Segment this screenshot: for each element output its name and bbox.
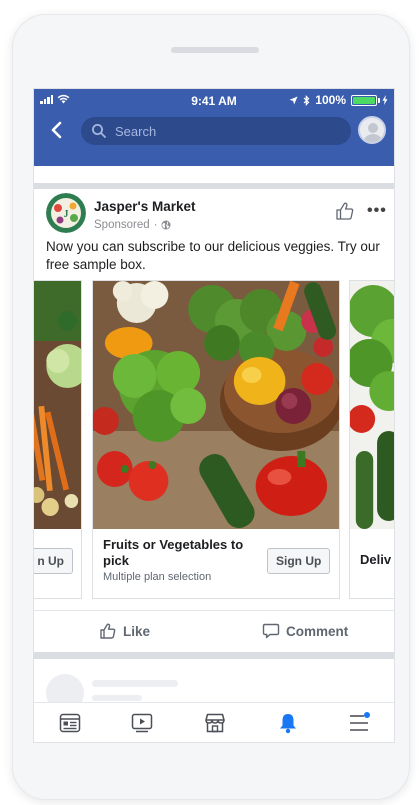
menu-icon — [350, 712, 370, 731]
sponsored-text: Sponsored — [94, 219, 150, 231]
right-card-title: Deliv — [360, 552, 392, 567]
svg-text:J: J — [64, 209, 69, 220]
charging-bolt-icon — [382, 95, 388, 105]
top-bar: 9:41 AM 100% Search — [34, 89, 394, 166]
tab-marketplace[interactable] — [203, 711, 227, 735]
left-card-image — [34, 281, 81, 529]
search-bar[interactable]: Search — [81, 117, 351, 145]
carousel-card-left[interactable]: n Up — [34, 280, 82, 599]
placeholder-line — [92, 695, 142, 701]
phone-speaker — [171, 47, 259, 53]
sign-up-button[interactable]: Sign Up — [267, 548, 331, 574]
watch-video-icon — [131, 713, 153, 733]
profile-avatar[interactable] — [358, 116, 386, 144]
carousel-card-main[interactable]: Fruits or Vegetables to pick Multiple pl… — [92, 280, 340, 599]
feed-divider-2 — [34, 652, 394, 659]
like-button[interactable]: Like — [99, 622, 150, 640]
feed-divider — [34, 183, 394, 189]
bluetooth-icon — [303, 94, 310, 106]
like-label: Like — [123, 623, 151, 639]
phone-frame: 9:41 AM 100% Search J Jasper's Market Sp… — [12, 14, 410, 800]
battery-icon — [351, 94, 380, 106]
page-name[interactable]: Jasper's Market — [94, 199, 196, 214]
post-text: Now you can subscribe to our delicious v… — [46, 239, 380, 272]
carousel-card-right[interactable]: Deliv — [349, 280, 394, 599]
tab-menu[interactable] — [347, 711, 371, 735]
comment-icon — [262, 623, 280, 639]
back-arrow-icon[interactable] — [48, 120, 66, 140]
tab-watch[interactable] — [130, 711, 154, 735]
marketplace-icon — [205, 713, 225, 733]
post-actions: Like Comment — [34, 610, 394, 652]
thumbs-up-icon — [100, 623, 116, 639]
bell-icon — [280, 714, 296, 734]
left-card-cta[interactable]: n Up — [34, 548, 73, 574]
sponsored-label: Sponsored · — [94, 219, 171, 231]
battery-percent: 100% — [315, 93, 346, 107]
news-feed-icon — [59, 713, 81, 733]
search-icon — [92, 124, 106, 138]
more-options-icon[interactable]: ••• — [367, 202, 387, 220]
placeholder-line — [92, 680, 178, 687]
comment-label: Comment — [286, 623, 349, 639]
tab-notifications[interactable] — [276, 711, 300, 735]
search-placeholder: Search — [115, 123, 157, 139]
dot-separator: · — [153, 219, 158, 231]
globe-icon — [161, 220, 171, 230]
location-arrow-icon — [289, 95, 298, 105]
status-bar: 9:41 AM 100% — [34, 89, 394, 111]
like-page-icon[interactable] — [334, 200, 356, 222]
page-avatar[interactable]: J — [46, 193, 86, 233]
card-title: Fruits or Vegetables to pick — [103, 537, 244, 568]
comment-button[interactable]: Comment — [262, 622, 348, 640]
bottom-tab-bar — [34, 702, 394, 742]
tab-news-feed[interactable] — [58, 711, 82, 735]
app-screen: 9:41 AM 100% Search J Jasper's Market Sp… — [33, 88, 395, 743]
card-subtitle: Multiple plan selection — [103, 571, 212, 583]
vegetables-image — [93, 281, 339, 529]
right-card-image — [350, 281, 394, 529]
